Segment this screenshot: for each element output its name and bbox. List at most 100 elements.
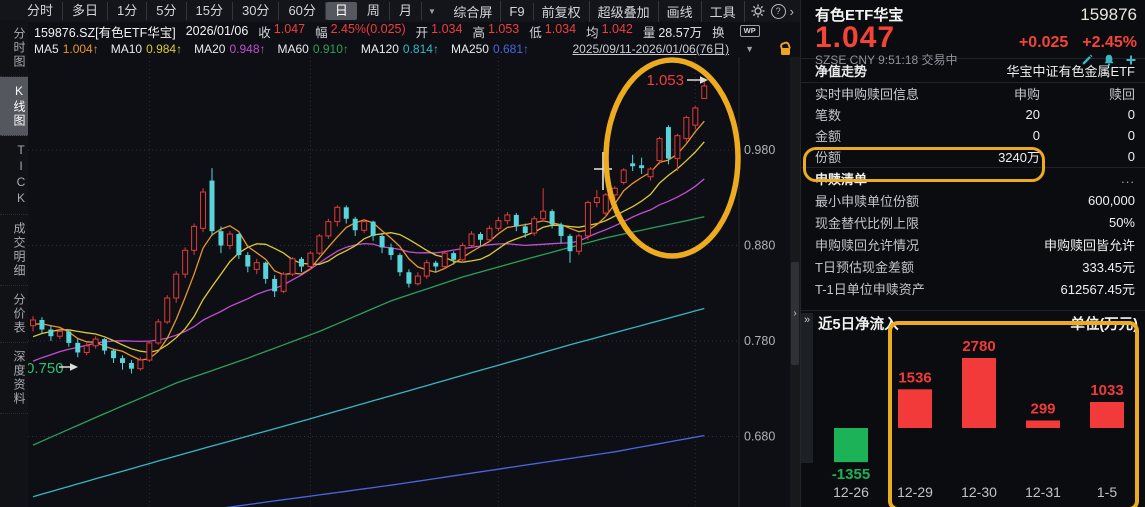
menu-item-综合屏[interactable]: 综合屏	[445, 1, 501, 22]
field-label: 换	[712, 22, 725, 41]
period-tabs: 分时多日1分5分15分30分60分日周月	[18, 2, 422, 20]
period-tab-月[interactable]: 月	[390, 2, 422, 20]
field-label: 量	[643, 22, 656, 41]
ma-label: MA120	[361, 42, 399, 56]
field-value: 1.042	[602, 22, 633, 41]
svg-text:0.880: 0.880	[744, 239, 775, 253]
menu-item-超级叠加[interactable]: 超级叠加	[590, 1, 659, 22]
row-label: 份额	[815, 147, 945, 166]
ma-legend-MA20: MA200.948↑	[194, 42, 265, 56]
ma-value: 0.984↑	[146, 42, 182, 56]
period-tab-15分[interactable]: 15分	[187, 2, 233, 20]
trading-app-window: 分时多日1分5分15分30分60分日周月 ▼ 综合屏F9前复权超级叠加画线工具 …	[0, 0, 1145, 507]
list-row-T日预估现金差额: T日预估现金差额333.45元	[801, 255, 1145, 277]
sidebar-item-深度资料[interactable]: 深度资料	[0, 343, 28, 414]
svg-text:12-30: 12-30	[961, 484, 997, 500]
svg-text:-1355: -1355	[832, 466, 870, 483]
list-row-value: 50%	[1109, 215, 1135, 230]
quote-field-幅: 幅2.45%(0.025)	[315, 22, 406, 41]
field-value: 28.57万	[658, 22, 702, 41]
period-tab-5分[interactable]: 5分	[147, 2, 186, 20]
quote-field-低: 低1.034	[529, 22, 576, 41]
ma-legend-MA250: MA250 0.681↑	[451, 42, 529, 56]
field-label: 低	[529, 22, 542, 41]
splitter-chevron-icon: ›	[793, 308, 796, 319]
period-tab-30分[interactable]: 30分	[233, 2, 279, 20]
ma-legend-bar: MA51.004↑MA100.984↑MA200.948↑MA600.910↑M…	[28, 40, 800, 57]
period-toolbar: 分时多日1分5分15分30分60分日周月 ▼ 综合屏F9前复权超级叠加画线工具 …	[0, 0, 800, 22]
fund-code: 159876	[1080, 5, 1137, 25]
list-row-label: 现金替代比例上限	[815, 213, 919, 232]
splitter-handle[interactable]: ›	[791, 262, 799, 365]
period-tab-日[interactable]: 日	[326, 2, 357, 20]
list-row-value: 333.45元	[1082, 257, 1135, 276]
field-label: 均	[586, 22, 599, 41]
menu-item-画线[interactable]: 画线	[659, 1, 702, 22]
subscribe-value: 3240万	[945, 147, 1040, 166]
list-row-T-1日单位申赎资产: T-1日单位申赎资产612567.45元	[801, 277, 1145, 299]
period-tab-周[interactable]: 周	[358, 2, 390, 20]
field-value: 1.053	[488, 22, 519, 41]
quote-field-高: 高1.053	[472, 22, 519, 41]
period-dropdown-icon[interactable]: ▼	[422, 7, 442, 16]
quote-date: 2026/01/06	[186, 24, 249, 38]
date-range-dropdown-icon[interactable]: ▼	[745, 44, 754, 54]
unlock-icon[interactable]	[780, 42, 792, 55]
field-label: 收	[258, 22, 271, 41]
help-icon[interactable]: ?	[771, 4, 786, 19]
field-label: 幅	[315, 22, 328, 41]
date-range-link[interactable]: 2025/09/11-2026/01/06(76日)	[573, 40, 730, 57]
ma-legend-MA120: MA1200.814↑	[361, 42, 439, 56]
row-label: 金额	[815, 126, 945, 145]
more-ellipsis-icon[interactable]: ...	[1121, 171, 1135, 186]
quote-side-panel: 有色ETF华宝 159876 1.047 +0.025 +2.45% SZSE …	[800, 0, 1145, 507]
list-row-label: 申购赎回允许情况	[815, 235, 919, 254]
table-header-row: 实时申购赎回信息申购赎回	[801, 83, 1145, 104]
table-row-笔数: 笔数200	[801, 104, 1145, 125]
period-tab-60分[interactable]: 60分	[279, 2, 325, 20]
table-header-label: 实时申购赎回信息	[815, 84, 945, 103]
menu-item-F9[interactable]: F9	[501, 3, 533, 20]
kline-chart[interactable]: 0.9800.8800.7800.6801.0530.750	[28, 57, 800, 507]
period-tab-分时[interactable]: 分时	[18, 2, 63, 20]
settings-gear-icon[interactable]	[750, 3, 766, 19]
table-row-份额: 份额3240万0	[801, 146, 1145, 167]
sidebar-item-K线图[interactable]: K线图	[0, 77, 28, 136]
period-tab-1分[interactable]: 1分	[108, 2, 147, 20]
ma-values: MA51.004↑MA100.984↑MA200.948↑MA600.910↑M…	[34, 42, 529, 56]
ma-value: 0.910↑	[313, 42, 349, 56]
edit-pencil-icon[interactable]	[1081, 54, 1093, 66]
quote-info-bar: 159876.SZ[有色ETF华宝] 2026/01/06 收1.047 幅2.4…	[28, 22, 800, 40]
sidebar-item-分价表[interactable]: 分价表	[0, 286, 28, 343]
sidebar-item-成交明细[interactable]: 成交明细	[0, 215, 28, 286]
ma-value: 0.681↑	[493, 42, 529, 56]
list-row-现金替代比例上限: 现金替代比例上限 50%	[801, 211, 1145, 233]
alert-bell-icon[interactable]	[1103, 54, 1115, 66]
net-inflow-unit: 单位(万元)	[1070, 313, 1138, 334]
net-inflow-section: » 近5日净流入 单位(万元) -135512-26153612-2927801…	[801, 310, 1145, 507]
net-inflow-title: 近5日净流入	[818, 313, 899, 334]
quote-fields: 收1.047幅2.45%(0.025)开1.034高1.053低1.034均1.…	[258, 22, 727, 41]
menu-item-前复权[interactable]: 前复权	[534, 1, 590, 22]
sidebar-item-分时图[interactable]: 分时图	[0, 20, 28, 77]
toolbar-expand-chevron-icon[interactable]: ›	[790, 4, 794, 19]
add-plus-icon[interactable]	[1125, 54, 1137, 66]
menu-item-工具[interactable]: 工具	[702, 1, 745, 22]
collapse-strip[interactable]: »	[801, 313, 813, 463]
sidebar-item-TICK[interactable]: TICK	[0, 136, 28, 215]
wp-window-icon[interactable]: WP	[740, 25, 760, 37]
period-tab-多日[interactable]: 多日	[63, 2, 108, 20]
ma-legend-MA5: MA51.004↑	[34, 42, 99, 56]
field-value: 2.45%(0.025)	[331, 22, 406, 41]
field-value: 1.047	[274, 22, 305, 41]
svg-text:1.053: 1.053	[646, 72, 684, 89]
redemption-list-header[interactable]: 申赎清单 ...	[801, 167, 1145, 189]
ma-label: MA250	[451, 42, 489, 56]
quote-field-换: 换	[712, 22, 728, 41]
panel-splitter[interactable]: ›	[790, 57, 800, 507]
chart-mode-sidebar: 分时图K线图TICK成交明细分价表深度资料	[0, 20, 28, 507]
row-label: 笔数	[815, 105, 945, 124]
quote-field-均: 均1.042	[586, 22, 633, 41]
exchange-time-status: SZSE CNY 9:51:18 交易中	[815, 51, 958, 68]
symbol-label[interactable]: 159876.SZ[有色ETF华宝]	[34, 22, 176, 41]
